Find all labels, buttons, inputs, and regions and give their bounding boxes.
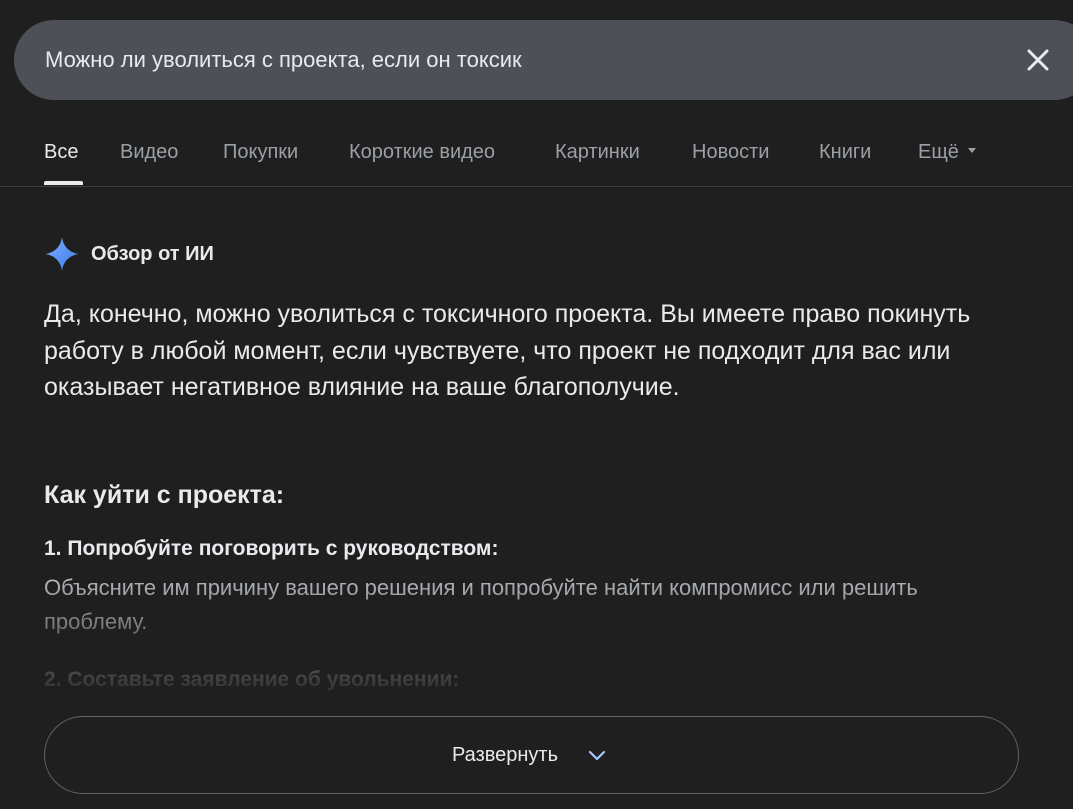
- search-tabs: Все Видео Покупки Короткие видео Картинк…: [0, 130, 1073, 187]
- section-heading: Как уйти с проекта:: [44, 481, 285, 509]
- search-bar[interactable]: Можно ли уволиться с проекта, если он то…: [14, 20, 1073, 100]
- sparkle-icon: [45, 237, 79, 271]
- tab-shopping[interactable]: Покупки: [223, 140, 298, 164]
- caret-down-icon: [967, 148, 976, 154]
- tab-news[interactable]: Новости: [692, 140, 769, 164]
- ai-overview-title: Обзор от ИИ: [91, 243, 214, 265]
- tab-more[interactable]: Ещё: [918, 140, 976, 164]
- tab-images[interactable]: Картинки: [555, 140, 640, 164]
- clear-search-button[interactable]: [1018, 40, 1058, 80]
- tab-short-videos[interactable]: Короткие видео: [349, 140, 495, 164]
- tab-books[interactable]: Книги: [819, 140, 871, 164]
- step-1-title: 1. Попробуйте поговорить с руководством:: [44, 537, 499, 560]
- tab-more-label: Ещё: [918, 141, 959, 163]
- ai-answer-text: Да, конечно, можно уволиться с токсичног…: [44, 300, 971, 401]
- expand-button[interactable]: Развернуть: [44, 716, 1019, 794]
- search-input[interactable]: Можно ли уволиться с проекта, если он то…: [45, 46, 522, 74]
- step-2-title: 2. Составьте заявление об увольнении:: [44, 668, 460, 691]
- chevron-down-icon: [588, 750, 606, 761]
- close-icon: [1027, 49, 1049, 71]
- step-1-description: Объясните им причину вашего решения и по…: [44, 575, 918, 634]
- expand-label: Развернуть: [452, 744, 559, 766]
- active-tab-indicator: [44, 181, 83, 185]
- tab-all[interactable]: Все: [44, 140, 78, 164]
- tab-video[interactable]: Видео: [120, 140, 178, 164]
- search-results-page: Можно ли уволиться с проекта, если он то…: [0, 0, 1073, 809]
